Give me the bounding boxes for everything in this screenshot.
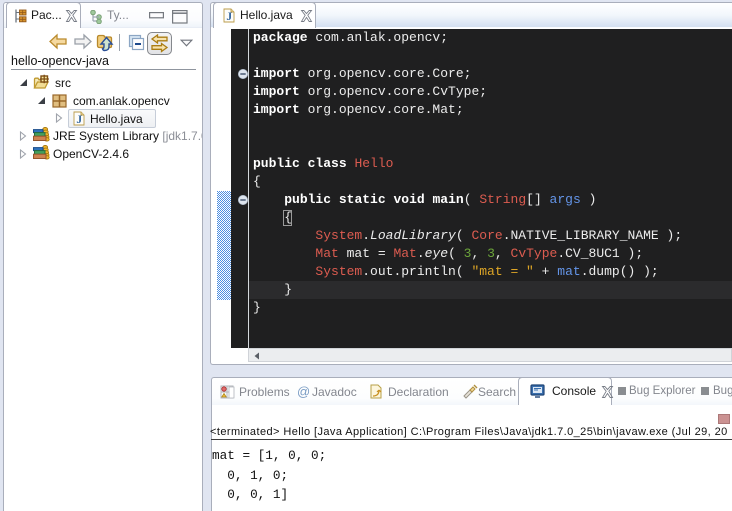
svg-text:J: J	[76, 114, 82, 126]
svg-text:J: J	[226, 11, 232, 23]
